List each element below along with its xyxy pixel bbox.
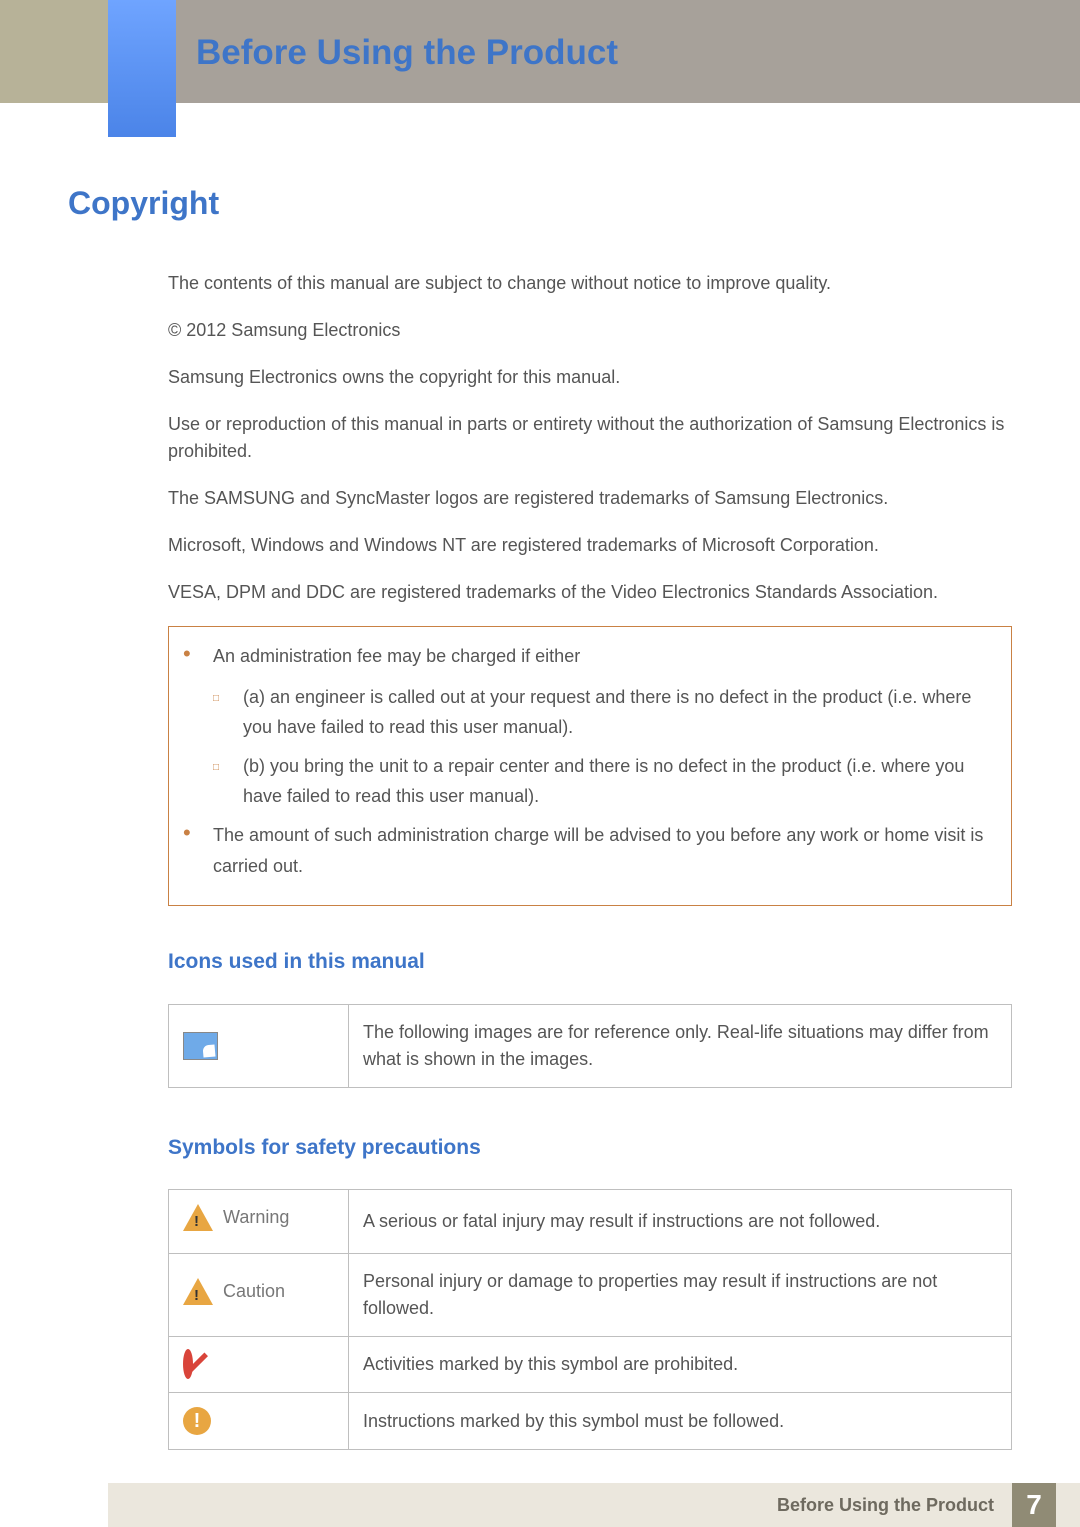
paragraph: © 2012 Samsung Electronics (168, 317, 1012, 344)
paragraph: The SAMSUNG and SyncMaster logos are reg… (168, 485, 1012, 512)
table-row: The following images are for reference o… (169, 1004, 1012, 1087)
bullet-icon: • (183, 641, 213, 672)
list-item-text: (b) you bring the unit to a repair cente… (243, 751, 997, 812)
icon-cell: ! (169, 1393, 349, 1450)
icon-cell: Caution (169, 1254, 349, 1337)
sub-bullet-icon: □ (213, 682, 243, 743)
sub-bullet-icon: □ (213, 751, 243, 812)
header-right-band: Before Using the Product (108, 0, 1080, 103)
footer-chapter-label: Before Using the Product (777, 1495, 994, 1516)
section-title: Copyright (68, 185, 1012, 222)
page-number: 7 (1012, 1483, 1056, 1527)
info-box: • An administration fee may be charged i… (168, 626, 1012, 906)
icon-cell (169, 1337, 349, 1393)
warning-icon (183, 1204, 213, 1231)
bullet-icon: • (183, 820, 213, 881)
table-row: Activities marked by this symbol are pro… (169, 1337, 1012, 1393)
chapter-title: Before Using the Product (196, 33, 618, 73)
header-blue-tab (108, 0, 176, 137)
symbols-table: Warning A serious or fatal injury may re… (168, 1189, 1012, 1450)
paragraph: Samsung Electronics owns the copyright f… (168, 364, 1012, 391)
list-item: • An administration fee may be charged i… (183, 641, 997, 672)
body-text-area: The contents of this manual are subject … (168, 270, 1012, 1450)
list-item-text: The amount of such administration charge… (213, 820, 997, 881)
table-row: Caution Personal injury or damage to pro… (169, 1254, 1012, 1337)
symbol-label: Caution (223, 1278, 285, 1305)
list-item-text: An administration fee may be charged if … (213, 641, 580, 672)
symbol-label: Warning (223, 1204, 289, 1231)
symbol-description: Instructions marked by this symbol must … (349, 1393, 1012, 1450)
caution-icon (183, 1278, 213, 1305)
prohibit-icon (183, 1349, 193, 1379)
paragraph: VESA, DPM and DDC are registered tradema… (168, 579, 1012, 606)
list-item: □ (b) you bring the unit to a repair cen… (213, 751, 997, 812)
list-item: □ (a) an engineer is called out at your … (213, 682, 997, 743)
list-item: • The amount of such administration char… (183, 820, 997, 881)
paragraph: Use or reproduction of this manual in pa… (168, 411, 1012, 465)
symbol-description: Personal injury or damage to properties … (349, 1254, 1012, 1337)
symbol-description: A serious or fatal injury may result if … (349, 1190, 1012, 1254)
icon-description: The following images are for reference o… (349, 1004, 1012, 1087)
icon-cell: Warning (169, 1190, 349, 1254)
paragraph: The contents of this manual are subject … (168, 270, 1012, 297)
symbol-description: Activities marked by this symbol are pro… (349, 1337, 1012, 1393)
sub-heading-symbols: Symbols for safety precautions (168, 1132, 1012, 1164)
paragraph: Microsoft, Windows and Windows NT are re… (168, 532, 1012, 559)
icons-table: The following images are for reference o… (168, 1004, 1012, 1088)
note-icon (183, 1032, 218, 1060)
page-footer: Before Using the Product 7 (108, 1483, 1080, 1527)
icon-cell (169, 1004, 349, 1087)
table-row: ! Instructions marked by this symbol mus… (169, 1393, 1012, 1450)
table-row: Warning A serious or fatal injury may re… (169, 1190, 1012, 1254)
mandatory-icon: ! (183, 1407, 211, 1435)
header-left-block (0, 0, 108, 103)
sub-heading-icons: Icons used in this manual (168, 946, 1012, 978)
list-item-text: (a) an engineer is called out at your re… (243, 682, 997, 743)
page-content: Copyright The contents of this manual ar… (68, 185, 1012, 1494)
